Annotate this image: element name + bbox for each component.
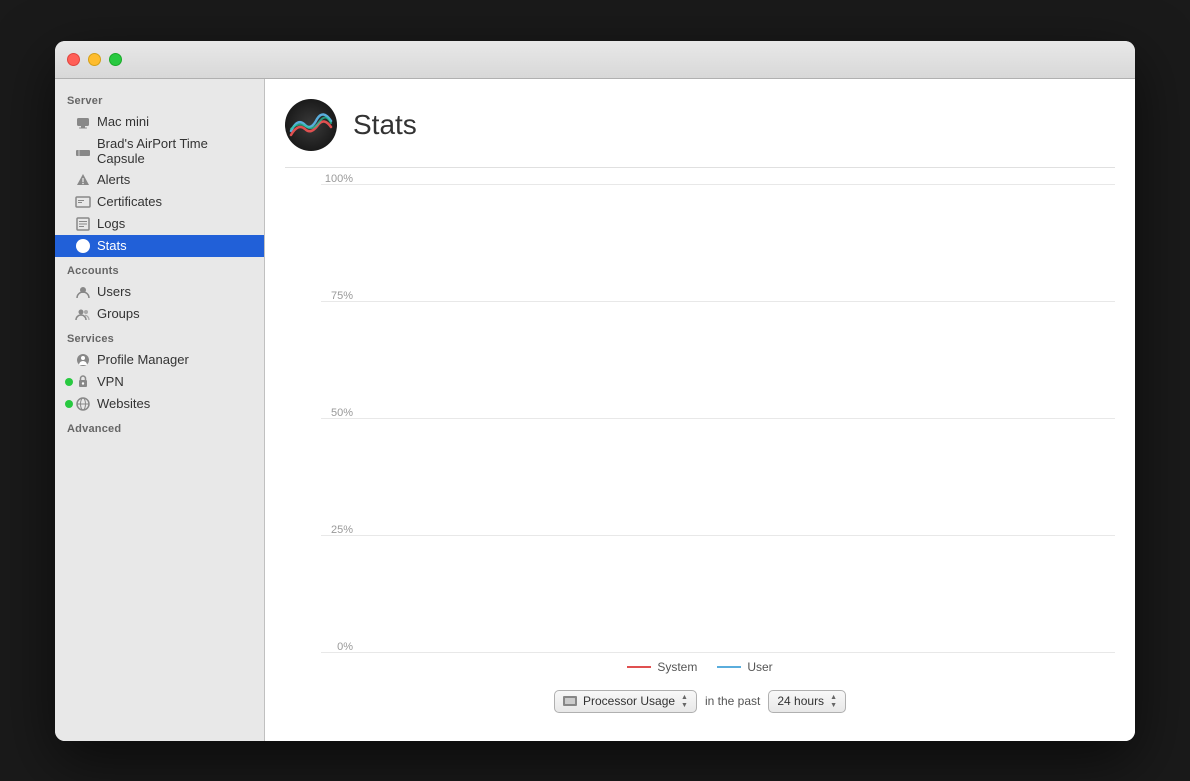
content-area: Server Mac mini Br bbox=[55, 79, 1135, 741]
user-legend-label: User bbox=[747, 660, 772, 674]
websites-icon bbox=[75, 396, 91, 412]
services-section-label: Services bbox=[55, 325, 264, 349]
time-label: in the past bbox=[705, 694, 760, 708]
metric-label: Processor Usage bbox=[583, 694, 675, 708]
main-window: Server Mac mini Br bbox=[55, 41, 1135, 741]
sidebar-item-logs[interactable]: Logs bbox=[55, 213, 264, 235]
mac-mini-label: Mac mini bbox=[97, 114, 149, 129]
system-legend-label: System bbox=[657, 660, 697, 674]
certificates-label: Certificates bbox=[97, 194, 162, 209]
vpn-status-dot bbox=[65, 378, 73, 386]
chart-area: 100% 75% 50% 25% 0% bbox=[285, 184, 1115, 721]
sidebar-item-websites[interactable]: Websites bbox=[55, 393, 264, 415]
vpn-icon bbox=[75, 374, 91, 390]
stepper-down: ▼ bbox=[681, 702, 688, 709]
vpn-label: VPN bbox=[97, 374, 124, 389]
legend-user: User bbox=[717, 660, 772, 674]
chart-legend: System User bbox=[285, 652, 1115, 682]
time-selector[interactable]: 24 hours ▲ ▼ bbox=[768, 690, 846, 713]
processor-icon bbox=[563, 696, 577, 706]
websites-status-dot bbox=[65, 400, 73, 408]
alerts-icon bbox=[75, 172, 91, 188]
sidebar-item-certificates[interactable]: Certificates bbox=[55, 191, 264, 213]
sidebar: Server Mac mini Br bbox=[55, 79, 265, 741]
certificates-icon bbox=[75, 194, 91, 210]
time-stepper-down: ▼ bbox=[830, 702, 837, 709]
main-panel: Stats 100% 75% 50% 25% bbox=[265, 79, 1135, 741]
time-stepper-up: ▲ bbox=[830, 694, 837, 701]
websites-label: Websites bbox=[97, 396, 150, 411]
page-title: Stats bbox=[353, 109, 417, 141]
chart-grid: 100% 75% 50% 25% 0% bbox=[285, 184, 1115, 652]
mac-mini-icon bbox=[75, 114, 91, 130]
grid-line-0: 0% bbox=[321, 652, 1115, 653]
server-section-label: Server bbox=[55, 87, 264, 111]
sidebar-item-airport[interactable]: Brad's AirPort Time Capsule bbox=[55, 133, 264, 169]
chart-svg bbox=[321, 184, 1115, 652]
stats-app-icon bbox=[285, 99, 337, 151]
minimize-button[interactable] bbox=[88, 53, 101, 66]
time-value: 24 hours bbox=[777, 694, 824, 708]
metric-selector[interactable]: Processor Usage ▲ ▼ bbox=[554, 690, 697, 713]
stats-header: Stats bbox=[285, 99, 1115, 168]
chart-controls: Processor Usage ▲ ▼ in the past 24 hours… bbox=[285, 682, 1115, 721]
logs-label: Logs bbox=[97, 216, 125, 231]
groups-label: Groups bbox=[97, 306, 140, 321]
titlebar bbox=[55, 41, 1135, 79]
logs-icon bbox=[75, 216, 91, 232]
airport-icon bbox=[75, 143, 91, 159]
stepper-up: ▲ bbox=[681, 694, 688, 701]
sidebar-item-users[interactable]: Users bbox=[55, 281, 264, 303]
close-button[interactable] bbox=[67, 53, 80, 66]
advanced-label: Advanced bbox=[55, 415, 264, 439]
maximize-button[interactable] bbox=[109, 53, 122, 66]
airport-label: Brad's AirPort Time Capsule bbox=[97, 136, 252, 166]
system-legend-line bbox=[627, 666, 651, 668]
profile-manager-icon bbox=[75, 352, 91, 368]
user-legend-line bbox=[717, 666, 741, 668]
users-label: Users bbox=[97, 284, 131, 299]
profile-manager-label: Profile Manager bbox=[97, 352, 189, 367]
sidebar-item-groups[interactable]: Groups bbox=[55, 303, 264, 325]
metric-stepper[interactable]: ▲ ▼ bbox=[681, 694, 688, 709]
sidebar-item-stats[interactable]: Stats bbox=[55, 235, 264, 257]
sidebar-item-mac-mini[interactable]: Mac mini bbox=[55, 111, 264, 133]
sidebar-item-alerts[interactable]: Alerts bbox=[55, 169, 264, 191]
stats-icon bbox=[75, 238, 91, 254]
sidebar-item-profile-manager[interactable]: Profile Manager bbox=[55, 349, 264, 371]
users-icon bbox=[75, 284, 91, 300]
groups-icon bbox=[75, 306, 91, 322]
time-stepper[interactable]: ▲ ▼ bbox=[830, 694, 837, 709]
stats-label: Stats bbox=[97, 238, 127, 253]
sidebar-item-vpn[interactable]: VPN bbox=[55, 371, 264, 393]
legend-system: System bbox=[627, 660, 697, 674]
accounts-section-label: Accounts bbox=[55, 257, 264, 281]
alerts-label: Alerts bbox=[97, 172, 130, 187]
